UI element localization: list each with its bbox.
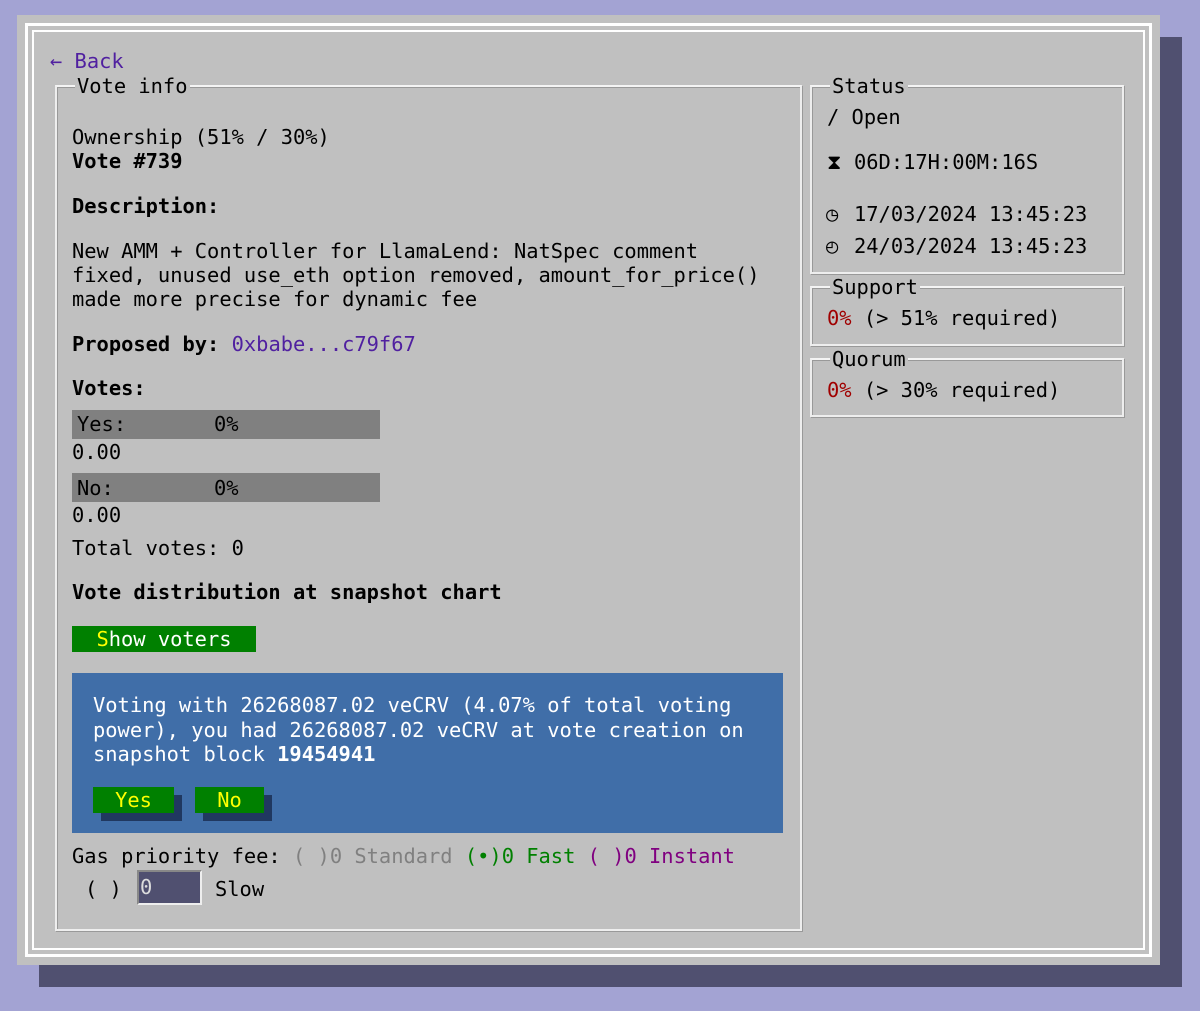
snapshot-block: 19454941: [277, 742, 376, 766]
vote-no-button[interactable]: No: [195, 787, 264, 813]
yes-label: Yes:: [77, 412, 127, 436]
yes-percent: 0%: [214, 412, 239, 436]
total-votes: Total votes: 0: [72, 536, 244, 560]
support-required: (> 51% required): [851, 306, 1061, 330]
distribution-chart-heading: Vote distribution at snapshot chart: [72, 580, 502, 604]
proposer-link[interactable]: 0xbabe...c79f67: [232, 332, 416, 356]
vote-yes-button[interactable]: Yes: [93, 787, 174, 813]
voting-info-line: snapshot block: [93, 742, 278, 766]
vote-info-legend: Vote info: [75, 74, 190, 98]
clock-icon: ◷: [826, 202, 839, 226]
quorum-required: (> 30% required): [851, 378, 1061, 402]
no-label: No:: [77, 476, 114, 500]
proposed-by-label: Proposed by:: [72, 332, 220, 356]
back-link[interactable]: ← Back: [50, 49, 124, 73]
gas-instant-radio[interactable]: ( )0 Instant: [588, 844, 735, 868]
yes-amount: 0.00: [72, 440, 122, 464]
description-line: New AMM + Controller for LlamaLend: NatS…: [72, 239, 699, 263]
no-amount: 0.00: [72, 503, 122, 527]
quorum-legend: Quorum: [830, 347, 908, 371]
hourglass-icon: ⧗: [827, 150, 842, 174]
end-date: 24/03/2024 13:45:23: [854, 234, 1088, 258]
end-clock-icon: ◴: [826, 234, 839, 258]
votes-label: Votes:: [72, 376, 146, 400]
countdown: 06D:17H:00M:16S: [854, 150, 1039, 174]
description-label: Description:: [72, 194, 220, 218]
voting-info-line: power), you had 26268087.02 veCRV at vot…: [93, 718, 744, 742]
ownership-text: Ownership (51% / 30%): [72, 125, 330, 149]
support-value: 0%: [827, 306, 852, 330]
gas-slow-radio[interactable]: ( ): [85, 877, 122, 901]
gas-standard-radio[interactable]: ( )0 Standard: [293, 844, 453, 868]
no-percent: 0%: [214, 476, 239, 500]
gas-slow-input[interactable]: 0: [137, 870, 202, 905]
vote-number: Vote #739: [72, 149, 183, 173]
description-line: made more precise for dynamic fee: [72, 287, 478, 311]
show-voters-button[interactable]: Show voters: [72, 626, 256, 652]
voting-info-line: Voting with 26268087.02 veCRV (4.07% of …: [93, 693, 732, 717]
status-legend: Status: [830, 74, 908, 98]
start-date: 17/03/2024 13:45:23: [854, 202, 1088, 226]
quorum-value: 0%: [827, 378, 852, 402]
support-legend: Support: [830, 275, 920, 299]
gas-fast-radio[interactable]: (•)0 Fast: [465, 844, 576, 868]
gas-fee-label: Gas priority fee:: [72, 844, 281, 868]
status-state: / Open: [827, 105, 901, 129]
gas-slow-label: Slow: [215, 877, 265, 901]
description-line: fixed, unused use_eth option removed, am…: [72, 263, 760, 287]
